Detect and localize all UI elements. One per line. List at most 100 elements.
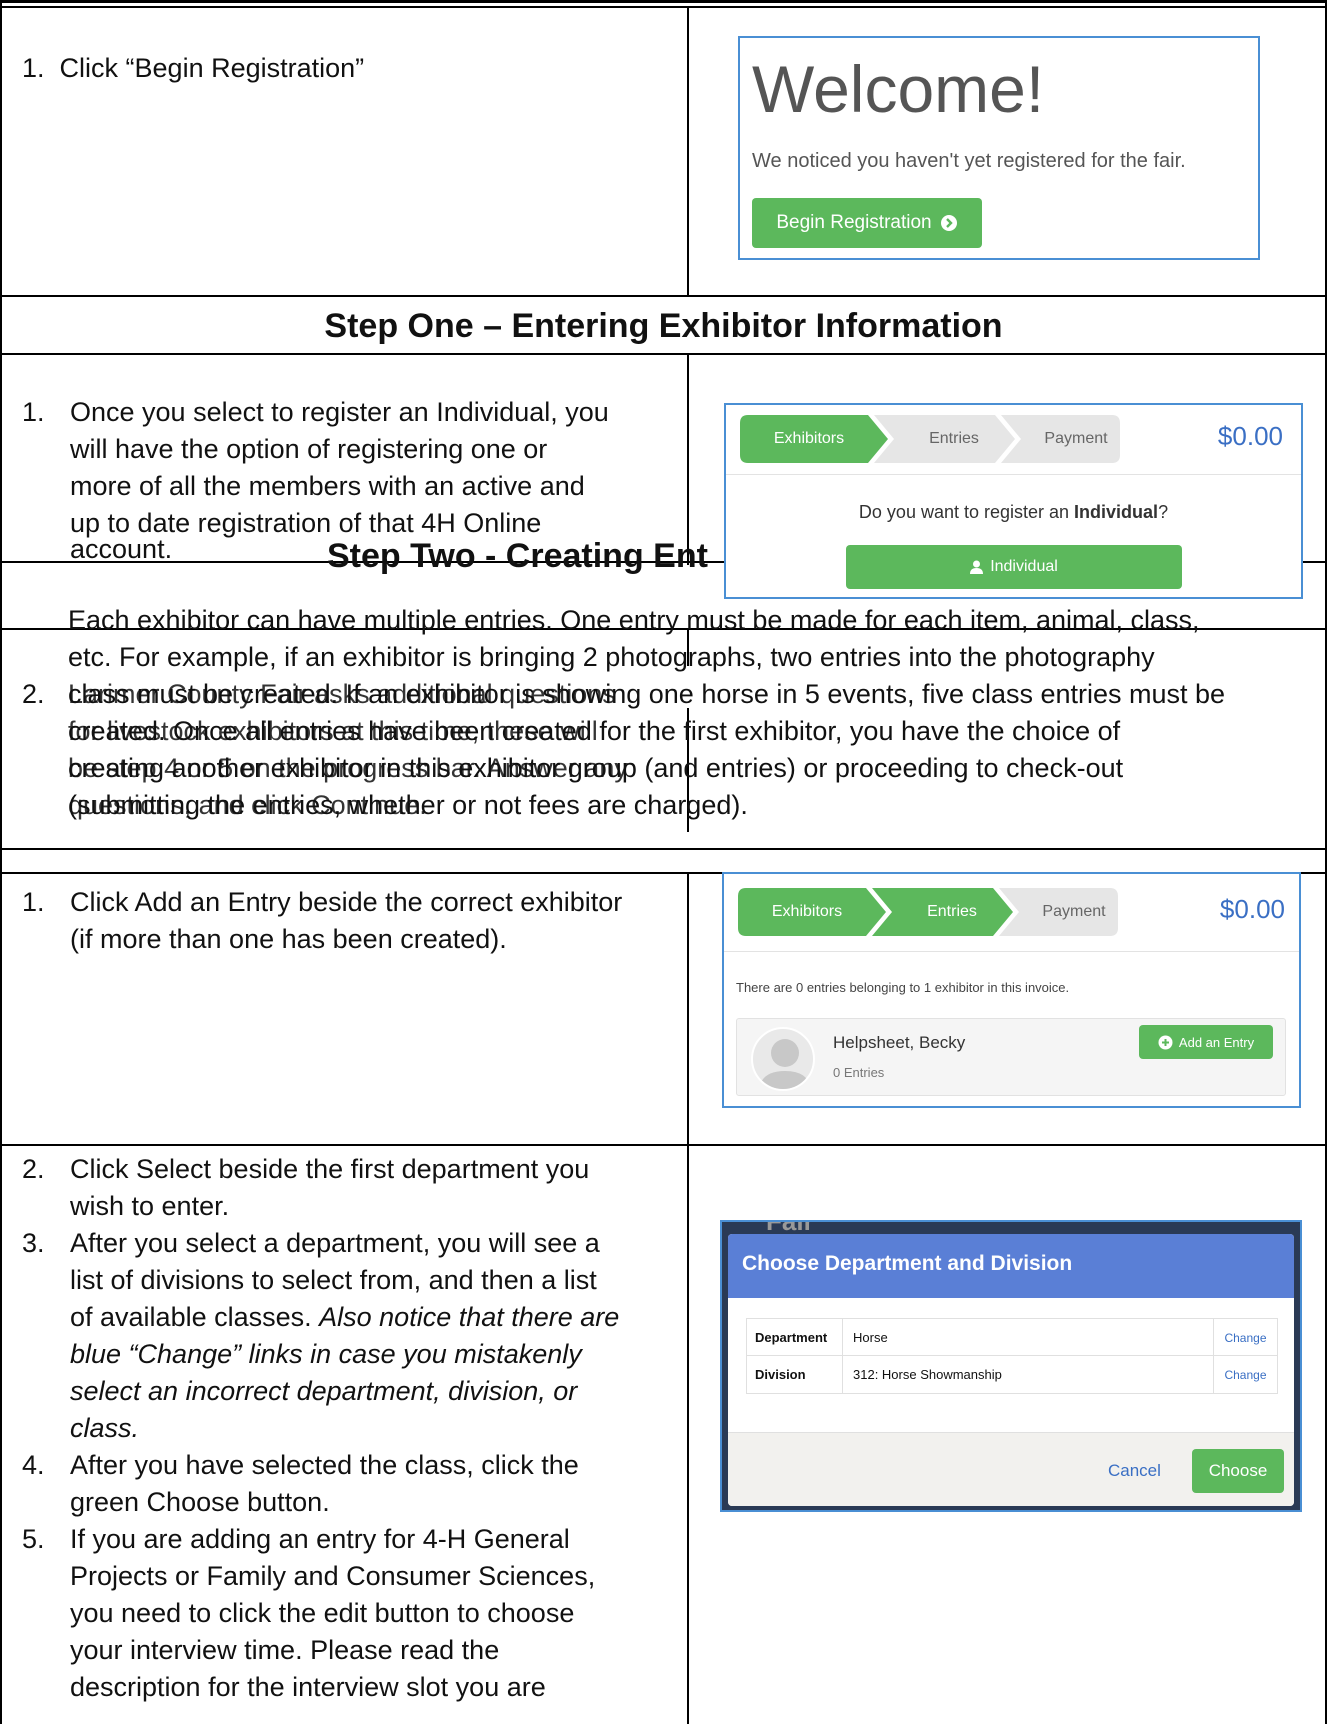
line-2: will have the option of registering one … [70, 434, 548, 464]
item-number: 2. [22, 1154, 45, 1184]
step-two-line-2: etc. For example, if an exhibitor is bri… [68, 642, 1155, 672]
stage-exhibitors[interactable]: Exhibitors [740, 415, 878, 463]
list-item: 1. Once you select to register an Indivi… [22, 394, 682, 542]
line: wish to enter. [70, 1191, 230, 1221]
overlap-step-number: 2. [22, 679, 45, 709]
stage-entries[interactable]: Entries [894, 415, 1014, 463]
italic-note: blue “Change” links in case you mistaken… [70, 1339, 582, 1369]
stage-payment[interactable]: Payment [1021, 415, 1131, 463]
overlap-line-1: Larimer County Fair asks additional ques… [68, 679, 616, 709]
line: green Choose button. [70, 1487, 330, 1517]
stage-entries[interactable]: Entries [892, 888, 1012, 936]
begin-registration-button[interactable]: Begin Registration [752, 198, 982, 248]
column-divider [687, 872, 689, 1724]
add-entry-label: Add an Entry [1178, 1034, 1255, 1050]
list-item: 3. After you select a department, you wi… [22, 1225, 682, 1447]
step-number: 1. [22, 53, 45, 83]
document-page: 1. Click “Begin Registration” Welcome! W… [0, 0, 1327, 1724]
row-label: Department [747, 1319, 843, 1356]
question-bold: Individual [1074, 502, 1159, 522]
line-3: more of all the members with an active a… [70, 471, 585, 501]
change-department-link[interactable]: Change [1213, 1319, 1277, 1356]
entries-info-text: There are 0 entries belonging to 1 exhib… [736, 980, 1070, 995]
line: description for the interview slot you a… [70, 1672, 546, 1702]
row-divider [0, 848, 1327, 850]
stage-exhibitors[interactable]: Exhibitors [738, 888, 876, 936]
selection-table: Department Horse Change Division 312: Ho… [746, 1318, 1278, 1394]
add-entry-button[interactable]: Add an Entry [1139, 1025, 1273, 1059]
question-suffix: ? [1158, 502, 1169, 522]
list-item: 5. If you are adding an entry for 4-H Ge… [22, 1521, 682, 1706]
step-two-heading: Step Two - Creating Ent [327, 537, 708, 575]
row-value: 312: Horse Showmanship [853, 1367, 1002, 1382]
stage-payment[interactable]: Payment [1019, 888, 1129, 936]
department-modal-screenshot: Fair Choose Department and Division Depa… [720, 1220, 1302, 1512]
line: Click Select beside the first department… [70, 1154, 590, 1184]
welcome-screenshot: Welcome! We noticed you haven't yet regi… [738, 36, 1260, 260]
item-number: 5. [22, 1524, 45, 1554]
cancel-button[interactable]: Cancel [1108, 1461, 1161, 1481]
line: select an incorrect department, division… [70, 1373, 682, 1410]
person-placeholder-icon [759, 1039, 811, 1089]
step-text: Click “Begin Registration” [59, 53, 365, 83]
row-divider [0, 353, 1327, 355]
line: class. [70, 1410, 682, 1447]
line: you need to click the edit button to cho… [70, 1598, 575, 1628]
individual-screenshot: Exhibitors Entries Payment $0.00 Do you … [724, 403, 1303, 599]
list-item: 2. Click Select beside the first departm… [22, 1151, 682, 1225]
italic-note: class. [70, 1413, 140, 1443]
welcome-title: Welcome! [752, 52, 1045, 126]
question-prefix: Do you want to register an [858, 502, 1075, 522]
step-one-heading: Step One – Entering Exhibitor Informatio… [324, 307, 1003, 345]
modal-footer: Cancel Choose [728, 1432, 1294, 1506]
line: After you have selected the class, click… [70, 1450, 579, 1480]
progress-bar: Exhibitors Entries Payment $0.00 [724, 874, 1299, 952]
italic-note: Also notice that there are [319, 1302, 620, 1332]
begin-registration-label: Begin Registration [776, 212, 932, 233]
italic-note: select an incorrect department, division… [70, 1376, 578, 1406]
modal-dialog: Choose Department and Division Departmen… [728, 1234, 1294, 1506]
overlap-line-2: for livestock exhibitors at this time, t… [68, 716, 598, 746]
add-entry-screenshot: Exhibitors Entries Payment $0.00 There a… [722, 872, 1301, 1108]
invoice-total: $0.00 [1219, 894, 1285, 924]
user-icon [970, 560, 984, 574]
change-division-link[interactable]: Change [1213, 1356, 1277, 1393]
step-one-list: 1. Once you select to register an Indivi… [22, 394, 682, 542]
row-divider [0, 295, 1327, 297]
invoice-total: $0.00 [1217, 421, 1283, 451]
list-item: 4. After you have selected the class, cl… [22, 1447, 682, 1521]
line: your interview time. Please read the [70, 1635, 500, 1665]
item-number: 1. [22, 397, 45, 427]
overlap-line-4: questions, and click Continue. [68, 790, 427, 820]
entries-list: 1. Click Add an Entry beside the correct… [22, 884, 682, 958]
table-row: Department Horse Change [747, 1319, 1277, 1356]
modal-header: Choose Department and Division [728, 1234, 1294, 1298]
line-1: Click Add an Entry beside the correct ex… [70, 887, 623, 917]
line: blue “Change” links in case you mistaken… [70, 1336, 682, 1373]
individual-label: Individual [990, 558, 1058, 575]
line: Projects or Family and Consumer Sciences… [70, 1561, 596, 1591]
register-question: Do you want to register an Individual? [726, 502, 1301, 523]
individual-button[interactable]: Individual [846, 545, 1182, 589]
column-divider [687, 8, 689, 295]
top-rule-inner [0, 6, 1327, 8]
welcome-text: We noticed you haven't yet registered fo… [752, 150, 1186, 172]
exhibitor-name: Helpsheet, Becky [833, 1033, 966, 1052]
department-list: 2. Click Select beside the first departm… [22, 1151, 682, 1706]
line-2: (if more than one has been created). [70, 924, 507, 954]
line: list of divisions to select from, and th… [70, 1265, 597, 1295]
overlap-line-3: be step 4 or 5 on the progress bar. Answ… [68, 753, 628, 783]
exhibitor-entries: 0 Entries [833, 1065, 885, 1080]
choose-button[interactable]: Choose [1192, 1449, 1284, 1493]
list-item: 1. Click Add an Entry beside the correct… [22, 884, 682, 958]
step-one-last-line: account. [70, 534, 173, 564]
avatar [751, 1027, 815, 1091]
line: After you select a department, you will … [70, 1228, 600, 1258]
line: of available classes. Also notice that t… [70, 1302, 620, 1332]
column-divider [687, 353, 689, 565]
top-rule [0, 0, 1327, 3]
circle-arrow-right-icon [940, 214, 958, 232]
row-label: Division [747, 1356, 843, 1393]
plus-circle-icon [1158, 1035, 1173, 1050]
left-border [0, 0, 2, 1724]
